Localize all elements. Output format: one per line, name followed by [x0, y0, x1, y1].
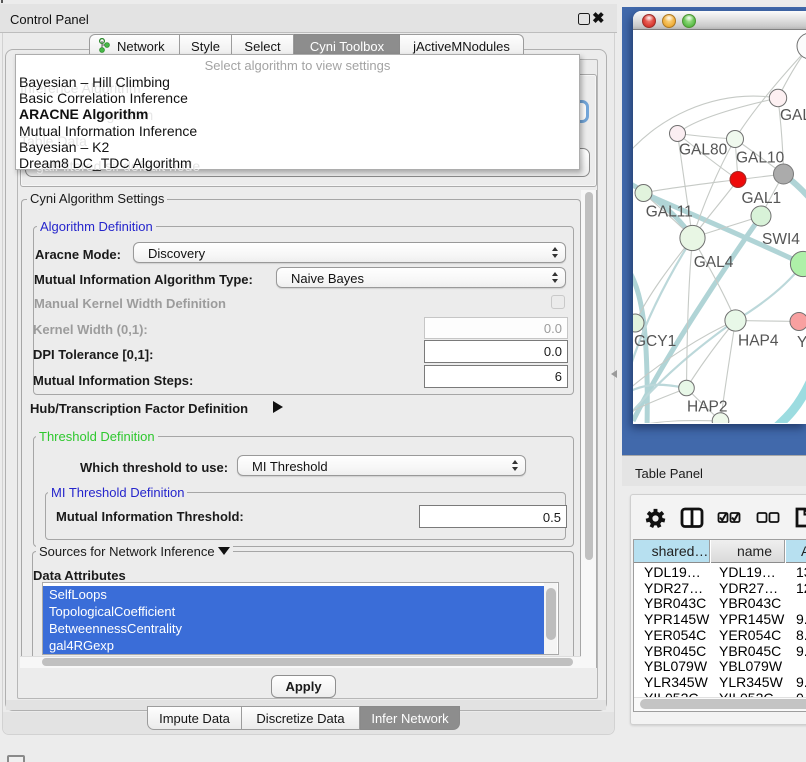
- svg-text:GAL10: GAL10: [736, 150, 785, 167]
- svg-text:GAL1: GAL1: [742, 190, 782, 207]
- svg-text:GCY1: GCY1: [634, 333, 676, 350]
- svg-text:GAL4: GAL4: [694, 254, 734, 271]
- svg-text:SWI4: SWI4: [762, 231, 800, 248]
- svg-text:HAP4: HAP4: [738, 333, 779, 350]
- svg-text:GAL2: GAL2: [780, 107, 806, 124]
- svg-text:GAL80: GAL80: [679, 142, 728, 159]
- svg-text:GAL11: GAL11: [646, 204, 693, 221]
- svg-text:Y: Y: [797, 334, 806, 351]
- svg-text:HAP2: HAP2: [687, 399, 728, 416]
